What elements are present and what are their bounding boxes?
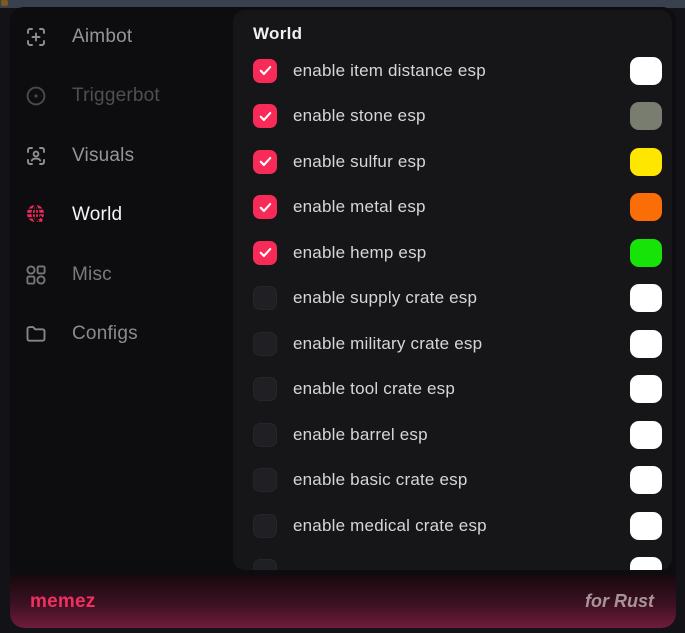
setting-label: enable sulfur esp (293, 152, 426, 172)
check-icon (258, 63, 273, 78)
row-enable-stone-esp: enable stone esp (233, 94, 672, 140)
sidebar-item-world[interactable]: World (10, 186, 233, 246)
setting-label: enable barrel esp (293, 425, 428, 445)
page-title: World (253, 22, 672, 46)
checkbox[interactable] (253, 150, 277, 174)
setting-label: enable supply crate esp (293, 288, 477, 308)
setting-label: enable tool crate esp (293, 379, 455, 399)
sidebar-item-misc[interactable]: Misc (10, 245, 233, 305)
background-artifact (1, 0, 8, 6)
cheat-menu-window: Aimbot Triggerbot Visuals World (10, 7, 676, 628)
color-swatch[interactable] (630, 421, 662, 449)
color-swatch[interactable] (630, 193, 662, 221)
sidebar-item-visuals[interactable]: Visuals (10, 126, 233, 186)
color-swatch[interactable] (630, 239, 662, 267)
sidebar-item-aimbot[interactable]: Aimbot (10, 7, 233, 67)
checkbox[interactable] (253, 423, 277, 447)
sidebar: Aimbot Triggerbot Visuals World (10, 7, 233, 575)
row-enable-basic-crate-esp: enable basic crate esp (233, 458, 672, 504)
check-icon (258, 245, 273, 260)
sidebar-item-triggerbot[interactable]: Triggerbot (10, 67, 233, 127)
row-enable-item-distance-esp: enable item distance esp (233, 48, 672, 94)
brand-name: memez (30, 591, 95, 613)
sidebar-item-label: Configs (72, 323, 138, 345)
row-enable-hemp-esp: enable hemp esp (233, 230, 672, 276)
color-swatch[interactable] (630, 512, 662, 540)
settings-list: enable item distance esp enable stone es… (233, 48, 672, 570)
sidebar-item-icon (24, 25, 48, 49)
color-swatch[interactable] (630, 148, 662, 176)
check-icon (258, 154, 273, 169)
check-icon (258, 109, 273, 124)
sidebar-item-icon (24, 263, 48, 287)
setting-label: enable basic crate esp (293, 470, 468, 490)
row-enable-supply-crate-esp: enable supply crate esp (233, 276, 672, 322)
check-icon (258, 200, 273, 215)
color-swatch[interactable] (630, 557, 662, 570)
settings-panel: World enable item distance esp enable st… (233, 10, 672, 570)
color-swatch[interactable] (630, 102, 662, 130)
color-swatch[interactable] (630, 284, 662, 312)
setting-label: enable military crate esp (293, 334, 482, 354)
checkbox[interactable] (253, 332, 277, 356)
footer: memez for Rust (10, 575, 676, 628)
brand-tagline: for Rust (585, 591, 654, 612)
setting-label: enable item distance esp (293, 61, 486, 81)
row-partial-clipped (233, 549, 672, 571)
row-enable-tool-crate-esp: enable tool crate esp (233, 367, 672, 413)
color-swatch[interactable] (630, 57, 662, 85)
setting-label: enable hemp esp (293, 243, 426, 263)
checkbox[interactable] (253, 241, 277, 265)
checkbox[interactable] (253, 468, 277, 492)
setting-label: enable metal esp (293, 197, 426, 217)
color-swatch[interactable] (630, 330, 662, 358)
row-enable-military-crate-esp: enable military crate esp (233, 321, 672, 367)
checkbox[interactable] (253, 104, 277, 128)
row-enable-barrel-esp: enable barrel esp (233, 412, 672, 458)
checkbox[interactable] (253, 559, 277, 570)
sidebar-item-configs[interactable]: Configs (10, 305, 233, 365)
row-enable-metal-esp: enable metal esp (233, 185, 672, 231)
sidebar-item-icon (24, 144, 48, 168)
checkbox[interactable] (253, 514, 277, 538)
sidebar-item-icon (24, 322, 48, 346)
setting-label: enable medical crate esp (293, 516, 487, 536)
row-enable-sulfur-esp: enable sulfur esp (233, 139, 672, 185)
row-enable-medical-crate-esp: enable medical crate esp (233, 503, 672, 549)
sidebar-item-label: World (72, 204, 122, 226)
sidebar-item-icon (24, 203, 48, 227)
color-swatch[interactable] (630, 375, 662, 403)
checkbox[interactable] (253, 59, 277, 83)
checkbox[interactable] (253, 377, 277, 401)
setting-label: enable stone esp (293, 106, 426, 126)
sidebar-item-label: Aimbot (72, 26, 132, 48)
sidebar-item-label: Misc (72, 264, 112, 286)
color-swatch[interactable] (630, 466, 662, 494)
sidebar-item-label: Visuals (72, 145, 134, 167)
checkbox[interactable] (253, 195, 277, 219)
sidebar-item-label: Triggerbot (72, 85, 160, 107)
sidebar-item-icon (24, 84, 48, 108)
checkbox[interactable] (253, 286, 277, 310)
